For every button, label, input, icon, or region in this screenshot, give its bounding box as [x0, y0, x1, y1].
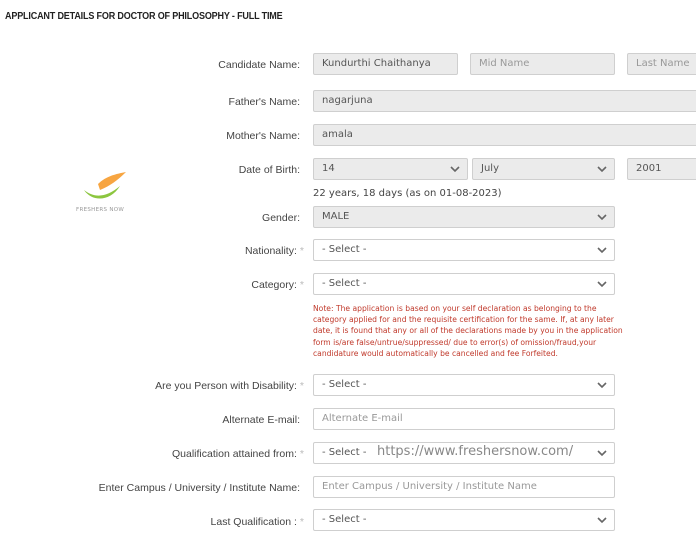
mother-name-input[interactable]: amala	[313, 124, 696, 146]
dob-year-select[interactable]: 2001	[627, 158, 696, 180]
campus-label: Enter Campus / University / Institute Na…	[98, 482, 300, 494]
candidate-name-label: Candidate Name:	[218, 59, 300, 71]
chevron-down-icon	[450, 166, 460, 173]
qualification-from-label: Qualification attained from: *	[172, 448, 304, 460]
age-text: 22 years, 18 days (as on 01-08-2023)	[313, 188, 502, 199]
category-note: Note: The application is based on your s…	[313, 304, 623, 358]
category-label-text: Category:	[251, 279, 297, 291]
father-name-input[interactable]: nagarjuna	[313, 90, 696, 112]
logo-text: FRESHERS NOW	[76, 207, 125, 213]
required-mark: *	[299, 279, 304, 291]
chevron-down-icon	[597, 166, 607, 173]
first-name-input[interactable]: Kundurthi Chaithanya	[313, 53, 458, 75]
last-qualification-select[interactable]: - Select -	[313, 509, 615, 531]
gender-select[interactable]: MALE	[313, 206, 615, 228]
chevron-down-icon	[597, 281, 607, 288]
disability-value: - Select -	[322, 379, 367, 390]
nationality-value: - Select -	[322, 244, 367, 255]
last-qualification-label-text: Last Qualification :	[210, 516, 297, 528]
watermark-url: https://www.freshersnow.com/	[377, 444, 574, 459]
mid-name-input[interactable]: Mid Name	[470, 53, 615, 75]
gender-value: MALE	[322, 211, 350, 222]
chevron-down-icon	[597, 382, 607, 389]
page-title: APPLICANT DETAILS FOR DOCTOR OF PHILOSOP…	[5, 10, 283, 22]
required-mark: *	[299, 516, 304, 528]
campus-input[interactable]: Enter Campus / University / Institute Na…	[313, 476, 615, 498]
alt-email-input[interactable]: Alternate E-mail	[313, 408, 615, 430]
dob-label: Date of Birth:	[238, 164, 300, 176]
dob-month-value: July	[481, 163, 499, 174]
category-select[interactable]: - Select -	[313, 273, 615, 295]
required-mark: *	[299, 448, 304, 460]
chevron-down-icon	[597, 214, 607, 221]
last-qualification-label: Last Qualification : *	[211, 516, 304, 528]
category-value: - Select -	[322, 278, 367, 289]
required-mark: *	[299, 380, 304, 392]
disability-label: Are you Person with Disability: *	[155, 380, 304, 392]
chevron-down-icon	[597, 450, 607, 457]
father-name-label: Father's Name:	[228, 96, 300, 108]
chevron-down-icon	[597, 247, 607, 254]
mother-name-label: Mother's Name:	[226, 130, 300, 142]
dob-year-value: 2001	[636, 163, 662, 174]
qualification-from-value: - Select -	[322, 447, 367, 458]
qualification-from-label-text: Qualification attained from:	[172, 448, 297, 460]
nationality-select[interactable]: - Select -	[313, 239, 615, 261]
required-mark: *	[299, 245, 304, 257]
dob-month-select[interactable]: July	[472, 158, 615, 180]
nationality-label-text: Nationality:	[244, 245, 297, 257]
last-name-input[interactable]: Last Name	[627, 53, 696, 75]
dob-day-select[interactable]: 14	[313, 158, 468, 180]
category-label: Category: *	[251, 279, 304, 291]
disability-select[interactable]: - Select -	[313, 374, 615, 396]
gender-label: Gender:	[262, 212, 300, 224]
dob-day-value: 14	[322, 163, 335, 174]
last-qualification-value: - Select -	[322, 514, 367, 525]
disability-label-text: Are you Person with Disability:	[155, 380, 297, 392]
nationality-label: Nationality: *	[245, 245, 304, 257]
alt-email-label: Alternate E-mail:	[222, 414, 300, 426]
chevron-down-icon	[597, 517, 607, 524]
